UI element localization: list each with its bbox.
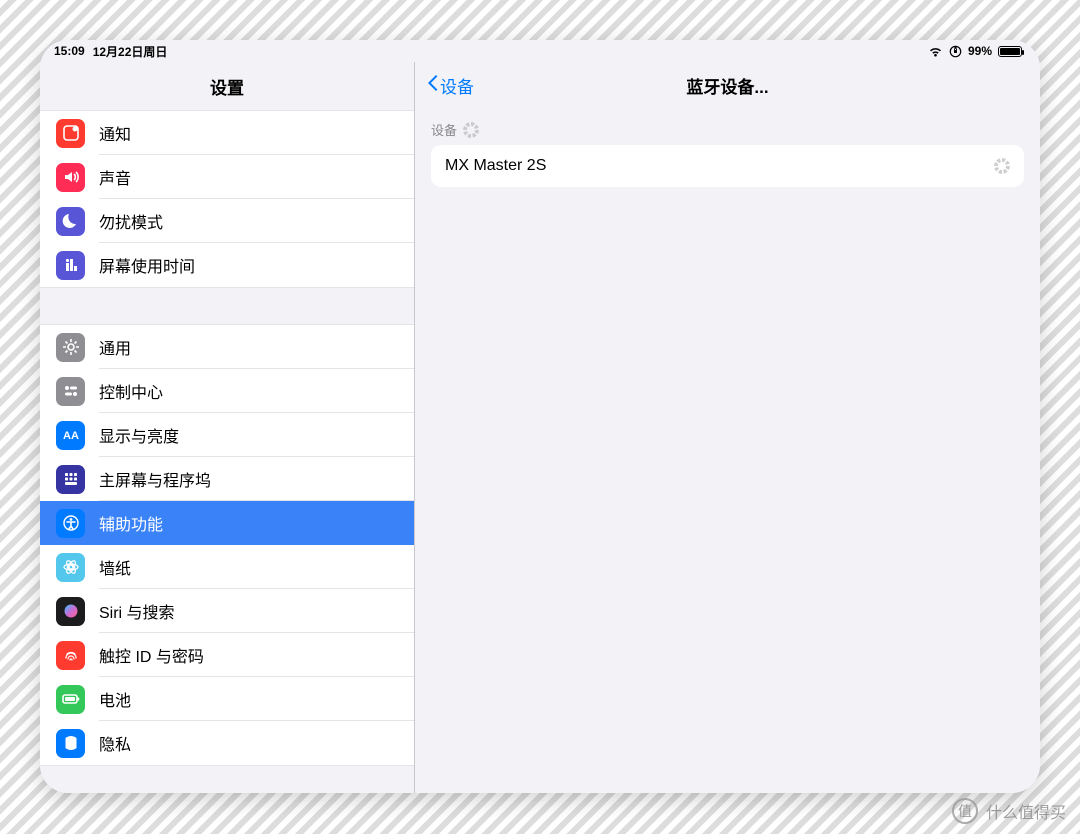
device-list: MX Master 2S <box>431 145 1024 187</box>
sidebar-group-b: 通用控制中心 AA 显示与亮度主屏幕与程序坞辅助功能墙纸 Siri 与搜索触控 ID … <box>40 324 414 766</box>
wifi-icon <box>928 46 943 57</box>
battery-icon <box>998 46 1022 57</box>
watermark-text: 什么值得买 <box>986 799 1066 823</box>
sidebar-item-label: 勿扰模式 <box>99 209 163 233</box>
section-label: 设备 <box>431 120 457 139</box>
sidebar-item-battery[interactable]: 电池 <box>40 677 414 721</box>
sidebar-item-label: 墙纸 <box>99 555 131 579</box>
status-date: 12月22日周日 <box>93 43 168 60</box>
sidebar-item-label: 触控 ID 与密码 <box>99 643 204 667</box>
general-icon <box>56 333 85 362</box>
sidebar-item-label: 显示与亮度 <box>99 423 179 447</box>
spinner-icon <box>463 122 479 138</box>
notif-icon <box>56 119 85 148</box>
back-label: 设备 <box>440 73 474 98</box>
sidebar-item-label: 屏幕使用时间 <box>99 253 195 277</box>
section-header: 设备 <box>415 110 1040 145</box>
sidebar-group-a: 通知声音勿扰模式屏幕使用时间 <box>40 110 414 288</box>
back-button[interactable]: 设备 <box>425 73 474 98</box>
sidebar-item-screent[interactable]: 屏幕使用时间 <box>40 243 414 287</box>
sidebar-item-siri[interactable]: Siri 与搜索 <box>40 589 414 633</box>
wall-icon <box>56 553 85 582</box>
sidebar-gap <box>40 288 414 324</box>
sidebar-item-label: 电池 <box>99 687 131 711</box>
sidebar-item-dnd[interactable]: 勿扰模式 <box>40 199 414 243</box>
status-time: 15:09 <box>54 44 85 58</box>
detail-title: 蓝牙设备... <box>415 73 1040 98</box>
device-name: MX Master 2S <box>445 157 546 175</box>
sidebar-item-label: 隐私 <box>99 731 131 755</box>
spinner-icon <box>994 158 1010 174</box>
sidebar-item-label: 控制中心 <box>99 379 163 403</box>
sidebar-item-cc[interactable]: 控制中心 <box>40 369 414 413</box>
sidebar-item-sound[interactable]: 声音 <box>40 155 414 199</box>
sidebar-item-wall[interactable]: 墙纸 <box>40 545 414 589</box>
device-row[interactable]: MX Master 2S <box>431 145 1024 187</box>
sidebar-item-general[interactable]: 通用 <box>40 325 414 369</box>
sidebar-item-privacy[interactable]: 隐私 <box>40 721 414 765</box>
sidebar-item-label: 通用 <box>99 335 131 359</box>
svg-text:AA: AA <box>63 430 79 442</box>
sidebar-item-display[interactable]: AA 显示与亮度 <box>40 413 414 457</box>
sidebar-item-label: 通知 <box>99 121 131 145</box>
watermark-badge: 值 <box>952 798 978 824</box>
watermark: 值 什么值得买 <box>952 798 1066 824</box>
display-icon: AA <box>56 421 85 450</box>
dnd-icon <box>56 207 85 236</box>
sound-icon <box>56 163 85 192</box>
sidebar-item-touchid[interactable]: 触控 ID 与密码 <box>40 633 414 677</box>
ipad-frame: 15:09 12月22日周日 99% 设置 通知声音勿扰模式屏幕使用时间 通用控… <box>40 40 1040 793</box>
access-icon <box>56 509 85 538</box>
status-bar: 15:09 12月22日周日 99% <box>40 40 1040 62</box>
sidebar-item-label: 辅助功能 <box>99 511 163 535</box>
settings-sidebar: 设置 通知声音勿扰模式屏幕使用时间 通用控制中心 AA 显示与亮度主屏幕与程序坞辅助… <box>40 62 415 793</box>
home-icon <box>56 465 85 494</box>
sidebar-item-notif[interactable]: 通知 <box>40 111 414 155</box>
siri-icon <box>56 597 85 626</box>
detail-pane: 设备 蓝牙设备... 设备 MX Master 2S <box>415 62 1040 793</box>
detail-navbar: 设备 蓝牙设备... <box>415 62 1040 110</box>
chevron-left-icon <box>425 73 438 98</box>
touchid-icon <box>56 641 85 670</box>
sidebar-item-label: 主屏幕与程序坞 <box>99 467 211 491</box>
privacy-icon <box>56 729 85 758</box>
sidebar-item-label: 声音 <box>99 165 131 189</box>
screent-icon <box>56 251 85 280</box>
cc-icon <box>56 377 85 406</box>
battery-percent: 99% <box>968 44 992 58</box>
sidebar-item-access[interactable]: 辅助功能 <box>40 501 414 545</box>
battery-icon <box>56 685 85 714</box>
sidebar-item-label: Siri 与搜索 <box>99 599 175 623</box>
orientation-lock-icon <box>949 45 962 58</box>
sidebar-title: 设置 <box>40 62 414 110</box>
sidebar-item-home[interactable]: 主屏幕与程序坞 <box>40 457 414 501</box>
